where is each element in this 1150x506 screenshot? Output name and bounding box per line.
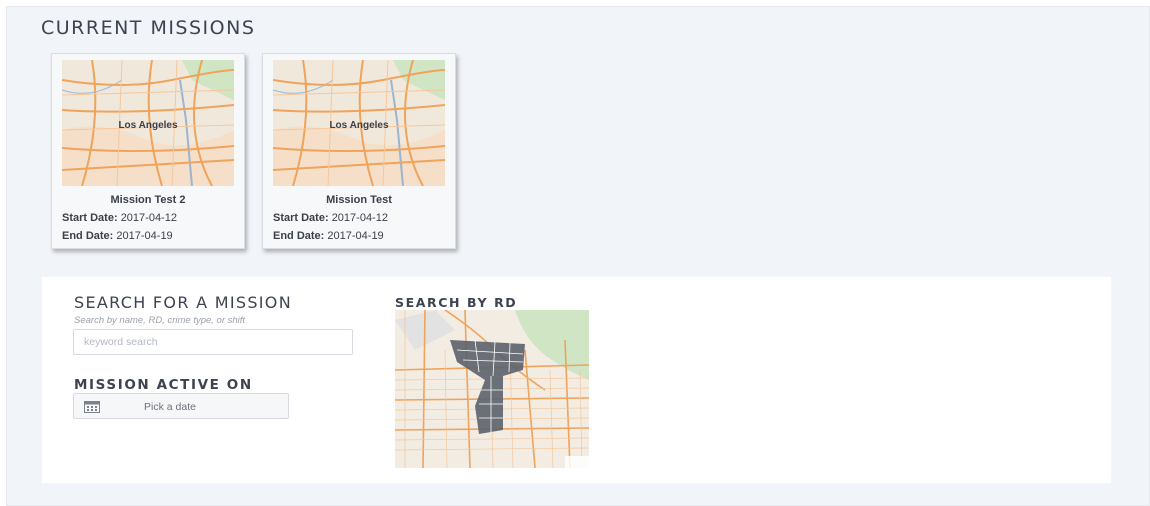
mission-map-thumbnail: Los Angeles	[273, 60, 445, 186]
mission-end-date: End Date: 2017-04-19	[273, 230, 384, 242]
search-hint: Search by name, RD, crime type, or shift	[74, 315, 246, 326]
pick-date-button[interactable]: Pick a date	[73, 393, 289, 419]
search-panel: SEARCH FOR A MISSION Search by name, RD,…	[42, 277, 1111, 483]
end-date-label: End Date:	[62, 230, 114, 242]
end-date-value: 2017-04-19	[327, 230, 384, 242]
start-date-label: Start Date:	[273, 212, 329, 224]
start-date-label: Start Date:	[62, 212, 118, 224]
mission-card[interactable]: Los Angeles Mission Test 2 Start Date: 2…	[51, 53, 245, 249]
mission-start-date: Start Date: 2017-04-12	[62, 212, 177, 224]
mission-map-thumbnail: Los Angeles	[62, 60, 234, 186]
mission-card[interactable]: Los Angeles Mission Test Start Date: 201…	[262, 53, 456, 249]
mission-start-date: Start Date: 2017-04-12	[273, 212, 388, 224]
start-date-value: 2017-04-12	[331, 212, 388, 224]
mission-name: Mission Test	[326, 194, 392, 206]
mission-end-date: End Date: 2017-04-19	[62, 230, 173, 242]
calendar-icon	[84, 401, 100, 413]
search-by-rd-title: SEARCH BY RD	[395, 295, 518, 310]
end-date-value: 2017-04-19	[116, 230, 173, 242]
mission-active-on-title: MISSION ACTIVE ON	[74, 377, 253, 393]
search-mission-title: SEARCH FOR A MISSION	[74, 293, 292, 312]
rd-map[interactable]	[395, 310, 589, 468]
missions-panel: CURRENT MISSIONS Los Angeles Mission Tes…	[6, 6, 1150, 506]
map-city-label: Los Angeles	[329, 120, 389, 131]
start-date-value: 2017-04-12	[120, 212, 177, 224]
current-missions-title: CURRENT MISSIONS	[41, 17, 256, 39]
map-city-label: Los Angeles	[118, 120, 178, 131]
end-date-label: End Date:	[273, 230, 325, 242]
pick-date-label: Pick a date	[144, 401, 196, 413]
mission-name: Mission Test 2	[110, 194, 186, 206]
keyword-search-input[interactable]	[73, 329, 353, 355]
